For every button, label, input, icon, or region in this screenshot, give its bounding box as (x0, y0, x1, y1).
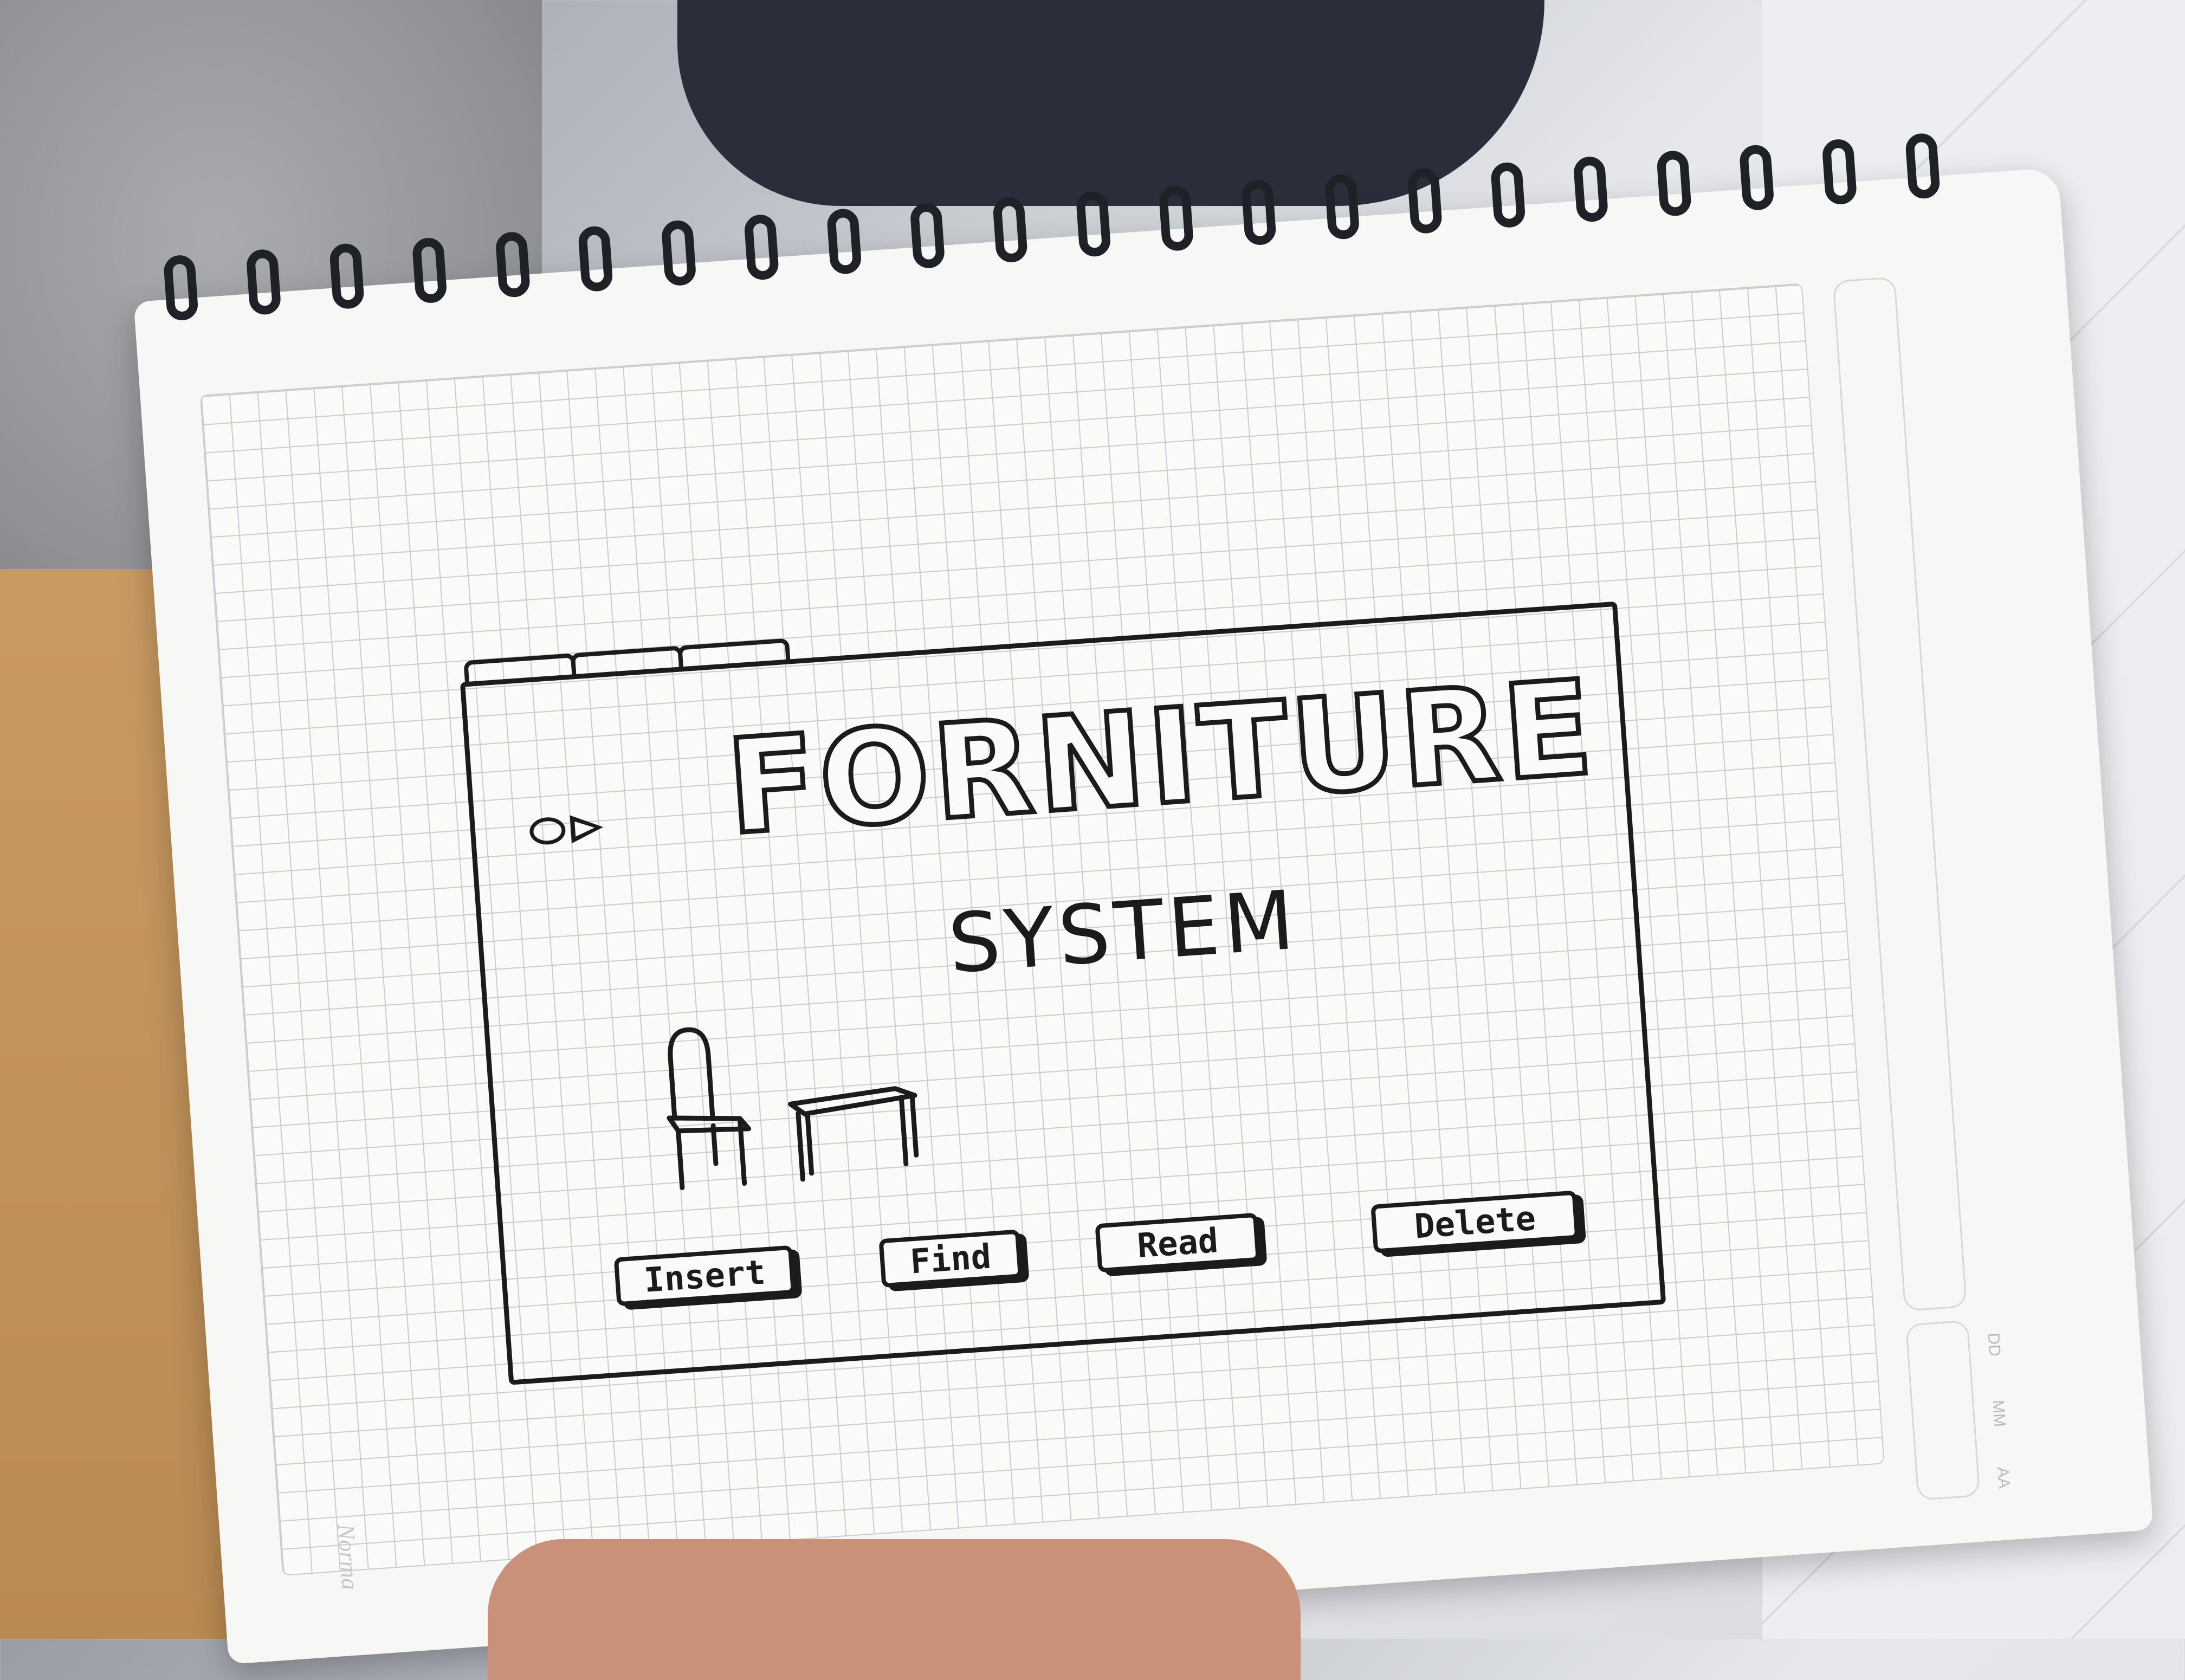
spiral-ring (1490, 161, 1526, 229)
find-button[interactable]: Find (878, 1229, 1023, 1288)
sketched-app-window: FORNITURE SYSTEM Insert Find Read Delete (460, 601, 1666, 1385)
notebook-brand: Norma (332, 1523, 364, 1591)
background-hand (488, 1539, 1301, 1680)
spiral-ring (411, 237, 448, 304)
spiral-ring (909, 202, 946, 269)
spiral-ring (1821, 138, 1858, 205)
spiral-ring (1075, 190, 1111, 258)
spiral-ring (1904, 132, 1941, 200)
spiral-ring (826, 208, 863, 275)
table-icon (788, 1086, 919, 1182)
date-label-day: DD (1984, 1332, 2004, 1357)
circle-icon[interactable] (528, 816, 567, 846)
window-tabs (463, 638, 791, 687)
spiral-ring (992, 196, 1029, 263)
spiral-ring (494, 231, 531, 299)
spiral-ring (328, 242, 365, 310)
read-button[interactable]: Read (1095, 1212, 1260, 1273)
spiral-ring (1158, 184, 1194, 252)
spiral-ring (1324, 173, 1360, 241)
spiral-ring (163, 254, 199, 321)
spiral-ring (245, 248, 282, 316)
spiral-ring (661, 219, 697, 287)
window-tab[interactable] (677, 638, 791, 672)
delete-button[interactable]: Delete (1371, 1190, 1580, 1253)
notebook-page: FORNITURE SYSTEM Insert Find Read Delete… (133, 132, 2154, 1665)
date-label-year: AA (1993, 1466, 2013, 1489)
window-tab[interactable] (463, 653, 577, 687)
notebook-date-box (1905, 1320, 1981, 1501)
spiral-ring (577, 225, 614, 293)
chair-icon (667, 1027, 752, 1191)
grid-area: FORNITURE SYSTEM Insert Find Read Delete… (199, 283, 1885, 1591)
window-controls (528, 813, 604, 846)
spiral-ring (1573, 156, 1609, 223)
app-title: FORNITURE (720, 649, 1602, 866)
spiral-ring (744, 214, 780, 281)
spiral-ring (1656, 150, 1692, 217)
play-icon[interactable] (570, 813, 604, 844)
spiral-ring (1738, 144, 1775, 211)
date-labels: DD MM AA (1977, 1332, 2020, 1493)
insert-button[interactable]: Insert (613, 1245, 796, 1307)
window-tab[interactable] (570, 645, 684, 680)
action-buttons: Insert Find Read Delete (613, 1189, 1602, 1323)
date-label-month: MM (1989, 1399, 2009, 1428)
spiral-ring (1241, 179, 1277, 246)
furniture-illustration (667, 1027, 919, 1191)
app-subtitle: SYSTEM (945, 873, 1302, 992)
spiral-ring (1407, 167, 1443, 235)
